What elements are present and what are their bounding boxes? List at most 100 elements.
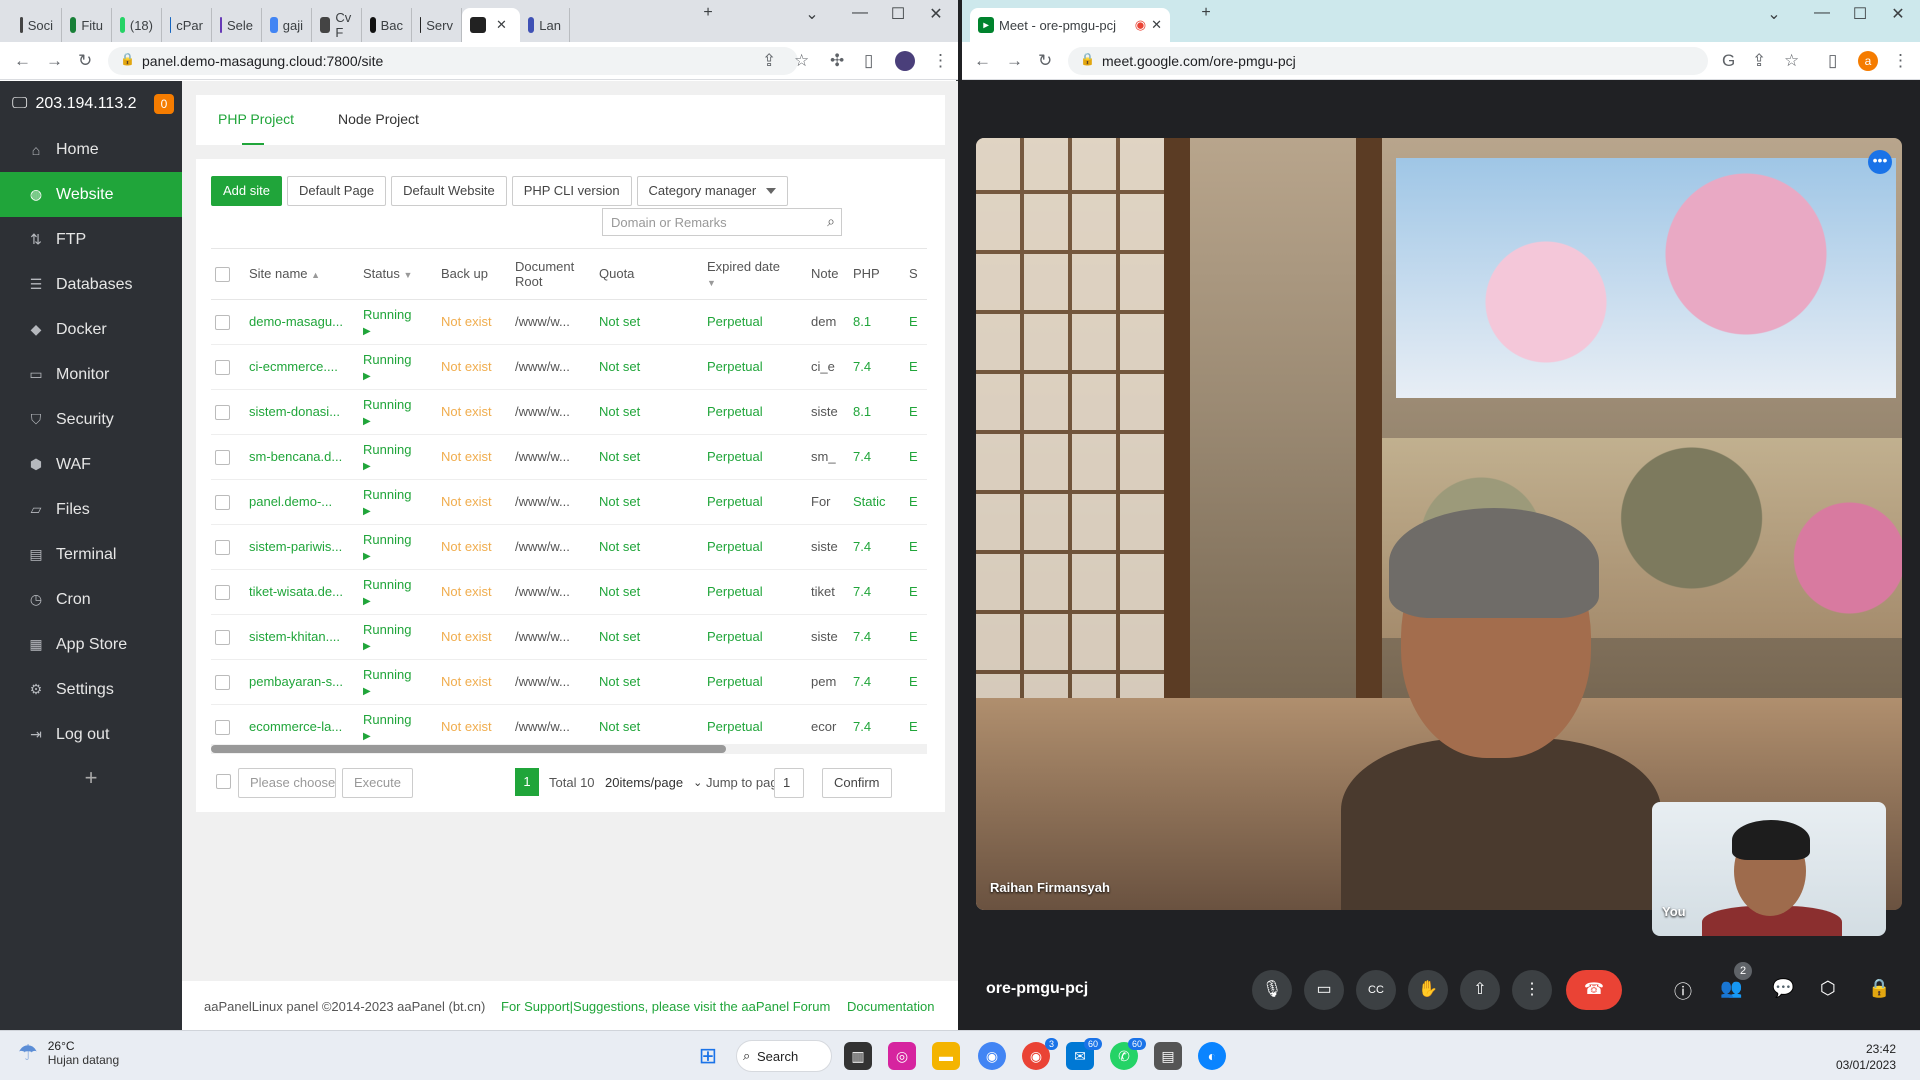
quota-link[interactable]: Not set [595,524,703,570]
site-name-link[interactable]: ci-ecmmerce.... [245,344,359,390]
php-version-link[interactable]: Static [849,479,905,525]
site-name-link[interactable]: tiket-wisata.de... [245,569,359,615]
taskbar-search[interactable]: ⌕ Search [736,1040,832,1072]
ssl-cell[interactable]: E [905,569,927,615]
raise-hand-icon[interactable]: ✋ [1408,970,1448,1010]
document-root-link[interactable]: /www/w... [511,569,595,615]
site-name-link[interactable]: pembayaran-s... [245,659,359,705]
ssl-cell[interactable]: E [905,479,927,525]
microphone-icon[interactable]: 🎙 [1252,970,1292,1010]
browser-tab[interactable]: Soci [12,8,62,42]
reload-icon[interactable]: ↻ [1038,51,1052,71]
tab-search-icon[interactable]: ⌄ [794,4,830,24]
google-icon[interactable]: G [1722,51,1735,71]
document-root-link[interactable]: /www/w... [511,659,595,705]
php-version-link[interactable]: 8.1 [849,299,905,345]
more-options-icon[interactable]: ⋮ [1512,970,1552,1010]
extensions-icon[interactable]: ✣ [830,51,844,71]
quota-link[interactable]: Not set [595,479,703,525]
browser-tab[interactable]: Serv [412,8,462,42]
default-page-button[interactable]: Default Page [286,176,387,206]
side-panel-icon[interactable]: ▯ [1828,51,1837,71]
footer-docs-link[interactable]: Documentation [847,999,934,1014]
row-checkbox[interactable] [215,719,230,735]
items-per-page-select[interactable]: 20items/page ⌄ [594,768,702,798]
backup-link[interactable]: Not exist [437,524,511,570]
sidebar-item-cron[interactable]: ◷ Cron [0,577,182,622]
tab-php-project[interactable]: PHP Project [196,95,316,145]
backup-link[interactable]: Not exist [437,704,511,744]
expired-date-link[interactable]: Perpetual [703,344,807,390]
row-checkbox[interactable] [215,359,230,375]
backup-link[interactable]: Not exist [437,389,511,435]
note-cell[interactable]: siste [807,614,849,660]
present-screen-icon[interactable]: ⇧ [1460,970,1500,1010]
notification-badge[interactable]: 0 [154,94,174,114]
row-checkbox[interactable] [215,449,230,465]
profile-avatar[interactable] [895,51,915,71]
status-cell[interactable]: Running ▶ [359,704,437,744]
host-controls-icon[interactable]: 🔒 [1868,978,1890,999]
quota-link[interactable]: Not set [595,389,703,435]
close-window-icon[interactable]: ✕ [1880,4,1916,24]
reload-icon[interactable]: ↻ [78,51,92,71]
expired-date-link[interactable]: Perpetual [703,389,807,435]
share-icon[interactable]: ⇪ [1752,51,1766,71]
site-name-link[interactable]: sm-bencana.d... [245,434,359,480]
scrollbar-thumb[interactable] [211,745,726,753]
status-cell[interactable]: Running ▶ [359,614,437,660]
back-icon[interactable]: ← [974,51,991,71]
document-root-link[interactable]: /www/w... [511,524,595,570]
php-cli-version-button[interactable]: PHP CLI version [511,176,632,206]
bookmark-star-icon[interactable]: ☆ [1784,51,1799,71]
backup-link[interactable]: Not exist [437,614,511,660]
minimize-icon[interactable]: — [842,4,878,22]
quota-link[interactable]: Not set [595,704,703,744]
sidebar-item-terminal[interactable]: ▤ Terminal [0,532,182,577]
backup-link[interactable]: Not exist [437,479,511,525]
ssl-cell[interactable]: E [905,434,927,480]
site-name-link[interactable]: sistem-pariwis... [245,524,359,570]
document-root-link[interactable]: /www/w... [511,344,595,390]
note-cell[interactable]: siste [807,524,849,570]
note-cell[interactable]: siste [807,389,849,435]
site-search-input[interactable]: Domain or Remarks ⌕ [602,208,842,236]
sidebar-item-home[interactable]: ⌂ Home [0,127,182,172]
close-window-icon[interactable]: ✕ [918,4,954,24]
php-version-link[interactable]: 7.4 [849,344,905,390]
php-version-link[interactable]: 7.4 [849,659,905,705]
expired-date-link[interactable]: Perpetual [703,479,807,525]
task-view-icon[interactable]: ▥ [844,1042,872,1070]
row-checkbox[interactable] [215,314,230,330]
batch-action-select[interactable]: Please choose [238,768,356,798]
status-cell[interactable]: Running ▶ [359,524,437,570]
site-name-link[interactable]: panel.demo-... [245,479,359,525]
site-name-link[interactable]: demo-masagu... [245,299,359,345]
sidebar-item-waf[interactable]: ⬢ WAF [0,442,182,487]
sidebar-item-docker[interactable]: ◆ Docker [0,307,182,352]
ssl-cell[interactable]: E [905,524,927,570]
category-manager-select[interactable]: Category manager [636,176,789,206]
browser-tab[interactable]: Cv F [312,8,362,42]
camera-icon[interactable]: ▭ [1304,970,1344,1010]
chrome-icon[interactable]: ◉ [978,1042,1006,1070]
sidebar-item-databases[interactable]: ☰ Databases [0,262,182,307]
close-tab-icon[interactable]: ✕ [1151,17,1162,33]
note-cell[interactable]: sm_ [807,434,849,480]
ssl-cell[interactable]: E [905,659,927,705]
file-explorer-icon[interactable]: ▬ [932,1042,960,1070]
more-options-icon[interactable]: ••• [1868,150,1892,174]
meeting-info-icon[interactable]: ⓘ [1674,978,1692,1004]
edge-icon[interactable]: ◐ [1198,1042,1226,1070]
php-version-link[interactable]: 7.4 [849,704,905,744]
row-checkbox[interactable] [215,494,230,510]
sidebar-item-files[interactable]: ▱ Files [0,487,182,532]
quota-link[interactable]: Not set [595,434,703,480]
ssl-cell[interactable]: E [905,389,927,435]
ssl-cell[interactable]: E [905,614,927,660]
row-checkbox[interactable] [215,674,230,690]
quota-link[interactable]: Not set [595,569,703,615]
note-cell[interactable]: dem [807,299,849,345]
quota-link[interactable]: Not set [595,344,703,390]
expired-date-link[interactable]: Perpetual [703,524,807,570]
